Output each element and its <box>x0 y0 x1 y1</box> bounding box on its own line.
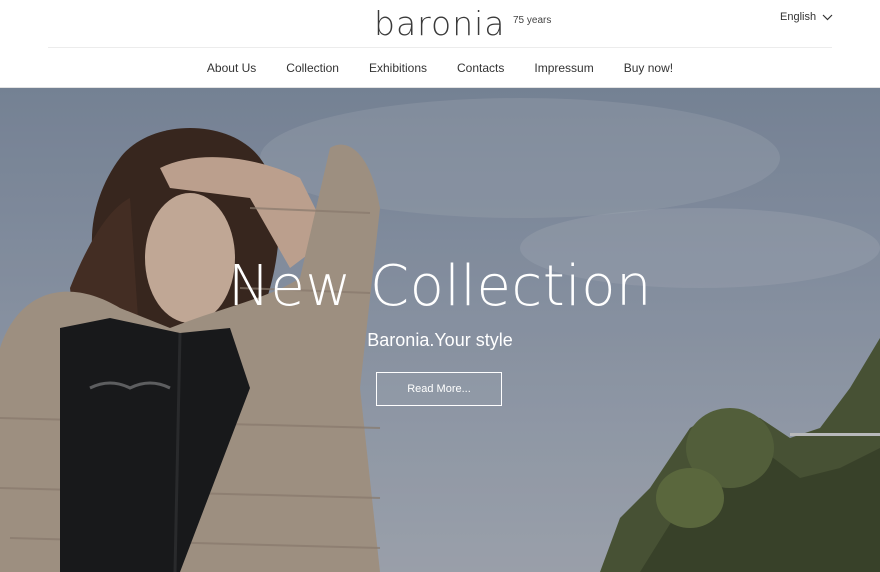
brand-logo[interactable]: baronia <box>374 4 506 44</box>
hero-title: New Collection <box>228 254 652 319</box>
nav-item-contacts[interactable]: Contacts <box>457 61 504 75</box>
brand-tagline: 75 years <box>513 15 552 26</box>
main-nav: About Us Collection Exhibitions Contacts… <box>0 48 880 88</box>
chevron-down-icon <box>822 14 833 20</box>
nav-item-impressum[interactable]: Impressum <box>534 61 593 75</box>
site-header: baronia 75 years English <box>0 0 880 48</box>
nav-item-about-us[interactable]: About Us <box>207 61 256 75</box>
hero-banner: New Collection Baronia.Your style Read M… <box>0 88 880 572</box>
read-more-button[interactable]: Read More... <box>376 372 502 406</box>
hero-subtitle: Baronia.Your style <box>367 330 513 350</box>
language-label: English <box>780 11 817 23</box>
nav-item-buy-now[interactable]: Buy now! <box>624 61 673 75</box>
language-selector[interactable]: English <box>780 11 833 23</box>
nav-item-exhibitions[interactable]: Exhibitions <box>369 61 427 75</box>
nav-item-collection[interactable]: Collection <box>286 61 339 75</box>
